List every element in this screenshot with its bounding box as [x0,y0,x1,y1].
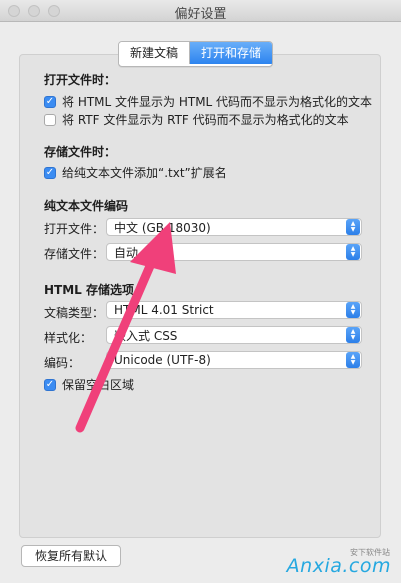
up-down-chevron-icon: ▲ ▼ [346,219,360,235]
tab-bar: 新建文稿 打开和存储 [118,41,274,67]
checkbox-row-add-txt-extension[interactable]: ✓ 给纯文本文件添加“.txt”扩展名 [44,164,227,181]
plain-text-encoding-heading: 纯文本文件编码 [44,199,129,213]
html-encoding-label: 编码： [44,356,81,370]
up-down-chevron-icon: ▲ ▼ [346,244,360,260]
up-down-chevron-icon: ▲ ▼ [346,327,360,343]
checkbox-label: 将 RTF 文件显示为 RTF 代码而不显示为格式化的文本 [62,113,349,127]
watermark-subtext: 安下软件站 [350,548,390,557]
open-encoding-select[interactable]: 中文 (GB 18030) ▲ ▼ [106,218,362,236]
checkbox-label: 给纯文本文件添加“.txt”扩展名 [62,166,227,180]
html-save-options-heading: HTML 存储选项 [44,283,134,297]
checkbox-row-rtf-as-code[interactable]: 将 RTF 文件显示为 RTF 代码而不显示为格式化的文本 [44,111,349,128]
select-value: HTML 4.01 Strict [114,303,214,317]
styling-label: 样式化： [44,331,93,345]
watermark: 安下软件站 Anxia.com [286,548,391,577]
checkbox-empty-icon[interactable] [44,113,56,126]
save-encoding-select[interactable]: 自动 ▲ ▼ [106,243,362,261]
select-value: 中文 (GB 18030) [114,220,211,235]
checkmark-icon[interactable]: ✓ [44,95,56,108]
checkbox-row-html-as-code[interactable]: ✓ 将 HTML 文件显示为 HTML 代码而不显示为格式化的文本 [44,93,372,110]
save-encoding-label: 存储文件： [44,247,105,261]
styling-select[interactable]: 嵌入式 CSS ▲ ▼ [106,326,362,344]
html-encoding-select[interactable]: Unicode (UTF-8) ▲ ▼ [106,351,362,369]
checkbox-row-preserve-whitespace[interactable]: ✓ 保留空白区域 [44,376,134,393]
checkbox-label: 保留空白区域 [62,378,135,392]
up-down-chevron-icon: ▲ ▼ [346,302,360,318]
doctype-label: 文稿类型： [44,306,105,320]
watermark-logo: Anxia.com [286,555,391,577]
tab-open-and-save[interactable]: 打开和存储 [189,42,273,64]
checkbox-label: 将 HTML 文件显示为 HTML 代码而不显示为格式化的文本 [62,95,373,109]
checkmark-icon[interactable]: ✓ [44,166,56,179]
title-bar: 偏好设置 [0,0,401,22]
up-down-chevron-icon: ▲ ▼ [346,352,360,368]
restore-defaults-button[interactable]: 恢复所有默认 [21,545,122,567]
select-value: Unicode (UTF-8) [114,353,211,367]
window-title: 偏好设置 [174,7,227,22]
open-files-heading: 打开文件时： [44,73,117,87]
doctype-select[interactable]: HTML 4.01 Strict ▲ ▼ [106,301,362,319]
select-value: 自动 [114,245,139,260]
select-value: 嵌入式 CSS [114,328,178,343]
checkmark-icon[interactable]: ✓ [44,378,56,391]
open-encoding-label: 打开文件： [44,222,105,236]
tab-new-document[interactable]: 新建文稿 [119,42,190,64]
save-files-heading: 存储文件时： [44,145,117,159]
